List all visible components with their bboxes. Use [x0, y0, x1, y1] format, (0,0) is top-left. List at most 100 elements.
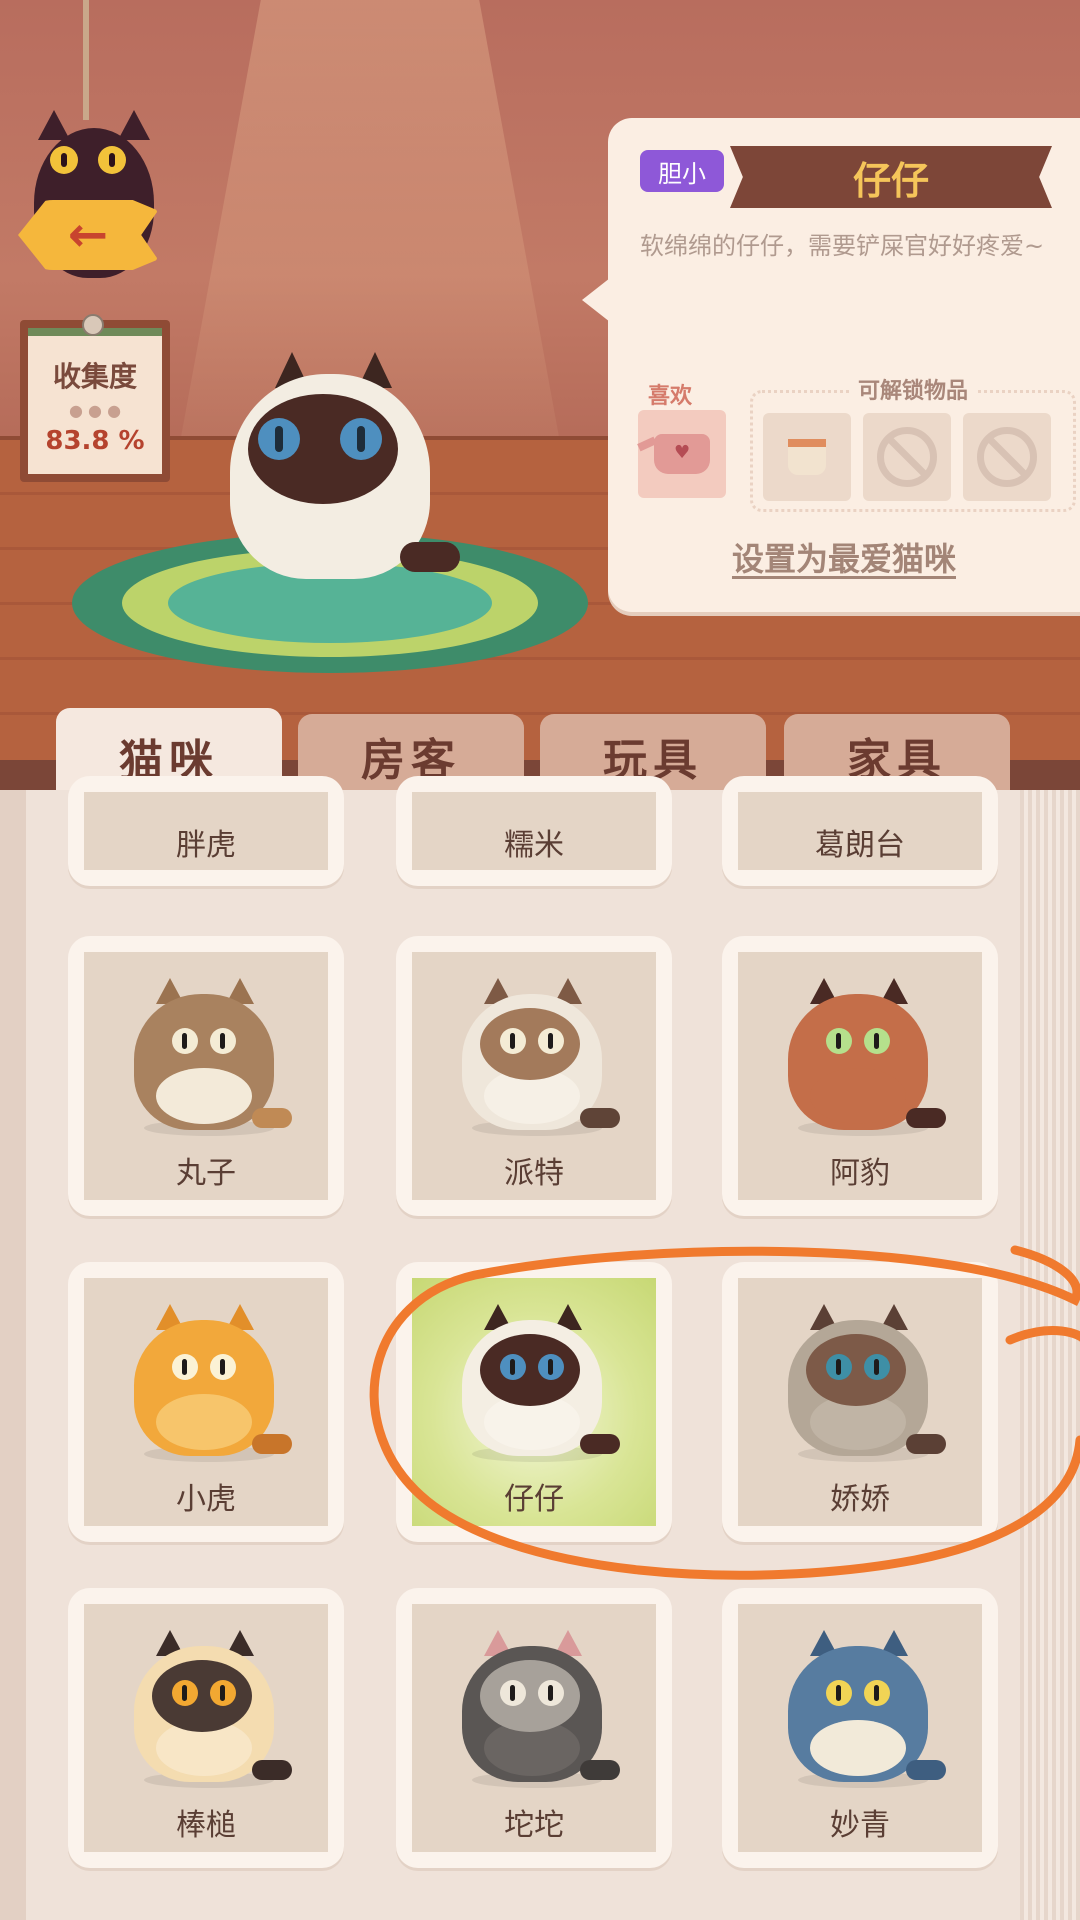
- cat-portrait: [788, 978, 946, 1136]
- cat-name-label: 棒槌: [176, 1808, 236, 1843]
- cat-info-panel: 胆小 仔仔 软绵绵的仔仔，需要铲屎官好好疼爱~ 喜欢 可解锁物品 设置为最爱猫咪: [582, 118, 1080, 612]
- back-button[interactable]: ←: [14, 110, 184, 300]
- cat-portrait: [462, 1630, 620, 1788]
- cat-card-2[interactable]: 糯米: [396, 776, 672, 886]
- featured-cat-eye: [340, 418, 382, 460]
- cat-card-frame: 糯米: [412, 792, 656, 870]
- cat-card-frame: 棒槌: [84, 1604, 328, 1852]
- featured-cat-tail: [400, 542, 460, 572]
- cat-tail: [906, 1434, 946, 1454]
- cat-face-mask: [806, 1334, 906, 1406]
- panel-pointer: [582, 278, 610, 322]
- cat-name-label: 葛朗台: [815, 828, 905, 863]
- cat-eye: [864, 1680, 890, 1706]
- cat-card-9[interactable]: 娇娇: [722, 1262, 998, 1542]
- cat-eye: [210, 1028, 236, 1054]
- cat-card-frame: 小虎: [84, 1278, 328, 1526]
- cat-name-label: 胖虎: [176, 828, 236, 863]
- cat-card-frame: 妙青: [738, 1604, 982, 1852]
- trait-badge: 胆小: [640, 150, 724, 192]
- cat-belly: [156, 1394, 252, 1450]
- cat-portrait: [788, 1304, 946, 1462]
- cat-portrait: [134, 1304, 292, 1462]
- cat-tail: [252, 1108, 292, 1128]
- cat-portrait: [134, 978, 292, 1136]
- cat-name-label: 妙青: [830, 1808, 890, 1843]
- cat-eye: [538, 1354, 564, 1380]
- cat-eye: [864, 1354, 890, 1380]
- cat-name-label: 仔仔: [504, 1482, 564, 1517]
- cat-card-frame: 坨坨: [412, 1604, 656, 1852]
- unlockables-label: 可解锁物品: [849, 379, 976, 404]
- cat-card-8[interactable]: 仔仔: [396, 1262, 672, 1542]
- cat-eye: [500, 1354, 526, 1380]
- cat-card-7[interactable]: 小虎: [68, 1262, 344, 1542]
- cat-name-label: 阿豹: [830, 1156, 890, 1191]
- cat-card-frame: 丸子: [84, 952, 328, 1200]
- book-left-edge: [0, 790, 26, 1920]
- cat-eye: [864, 1028, 890, 1054]
- cat-name-label: 坨坨: [504, 1808, 564, 1843]
- unlockable-slot-1[interactable]: [763, 413, 851, 501]
- cat-card-6[interactable]: 阿豹: [722, 936, 998, 1216]
- cat-name-label: 糯米: [504, 828, 564, 863]
- back-cat-eye: [98, 146, 126, 174]
- unlockable-slot-3[interactable]: [963, 413, 1051, 501]
- cat-card-11[interactable]: 坨坨: [396, 1588, 672, 1868]
- cat-card-frame: 娇娇: [738, 1278, 982, 1526]
- liked-item-watering-can[interactable]: [638, 410, 726, 498]
- cat-face-mask: [480, 1334, 580, 1406]
- back-cat-ear-icon: [38, 110, 70, 140]
- cat-name-title: 仔仔: [730, 146, 1052, 208]
- book-page-edge: [1020, 790, 1080, 1920]
- unlockable-slot-2[interactable]: [863, 413, 951, 501]
- cat-name-label: 丸子: [176, 1156, 236, 1191]
- featured-cat-eye: [258, 418, 300, 460]
- cat-eye: [826, 1028, 852, 1054]
- cat-card-1[interactable]: 胖虎: [68, 776, 344, 886]
- cat-eye: [210, 1680, 236, 1706]
- unlockables-group: 可解锁物品: [750, 379, 1076, 512]
- cat-eye: [172, 1680, 198, 1706]
- cat-card-5[interactable]: 派特: [396, 936, 672, 1216]
- set-favorite-link[interactable]: 设置为最爱猫咪: [608, 534, 1080, 580]
- cat-face-mask: [480, 1660, 580, 1732]
- cat-eye: [500, 1028, 526, 1054]
- cat-tail: [580, 1760, 620, 1780]
- cat-card-4[interactable]: 丸子: [68, 936, 344, 1216]
- cat-card-frame: 胖虎: [84, 792, 328, 870]
- cat-tail: [580, 1108, 620, 1128]
- cat-portrait: [462, 978, 620, 1136]
- cat-card-frame: 阿豹: [738, 952, 982, 1200]
- cat-belly: [810, 1068, 906, 1124]
- cat-tail: [580, 1434, 620, 1454]
- cat-eye: [172, 1028, 198, 1054]
- featured-cat[interactable]: [230, 352, 460, 582]
- cat-belly: [810, 1720, 906, 1776]
- cat-card-3[interactable]: 葛朗台: [722, 776, 998, 886]
- cat-card-12[interactable]: 妙青: [722, 1588, 998, 1868]
- cat-eye: [538, 1680, 564, 1706]
- unlockables-header: 可解锁物品: [753, 373, 1073, 405]
- back-cat-ear-icon: [118, 110, 150, 140]
- cat-card-10[interactable]: 棒槌: [68, 1588, 344, 1868]
- cat-description: 软绵绵的仔仔，需要铲屎官好好疼爱~: [640, 232, 1045, 260]
- cat-eye: [500, 1680, 526, 1706]
- cat-belly: [156, 1068, 252, 1124]
- cat-name-label: 派特: [504, 1156, 564, 1191]
- cat-tail: [906, 1760, 946, 1780]
- likes-label: 喜欢: [648, 384, 693, 409]
- cat-portrait: [462, 1304, 620, 1462]
- collection-value: 83.8 %: [45, 425, 145, 456]
- pin-icon: [82, 314, 104, 336]
- locked-icon: [977, 427, 1037, 487]
- collection-paper: 收集度 ● ● ● 83.8 %: [28, 328, 162, 474]
- cat-eye: [172, 1354, 198, 1380]
- cat-card-frame: 仔仔: [412, 1278, 656, 1526]
- cat-portrait: [134, 1630, 292, 1788]
- cat-face-mask: [152, 1660, 252, 1732]
- cat-face-mask: [480, 1008, 580, 1080]
- cat-name-label: 娇娇: [830, 1482, 890, 1517]
- back-cat-eye: [50, 146, 78, 174]
- hanging-rope: [83, 0, 89, 120]
